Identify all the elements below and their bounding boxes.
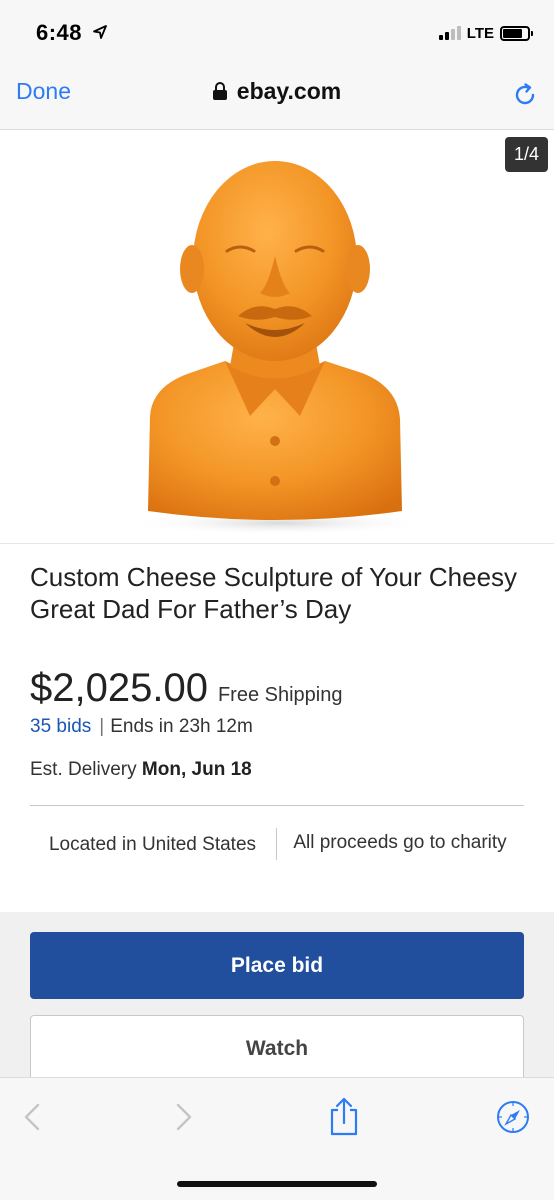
divider bbox=[30, 805, 524, 806]
ends-info: Ends in 23h 12m bbox=[110, 716, 253, 737]
delivery-info: Est. Delivery Mon, Jun 18 bbox=[30, 759, 252, 781]
back-icon[interactable] bbox=[16, 1100, 50, 1134]
price-row: $2,025.00 Free Shipping bbox=[30, 666, 342, 711]
watch-button[interactable]: Watch bbox=[30, 1015, 524, 1082]
listing-price: $2,025.00 bbox=[30, 666, 208, 710]
home-indicator[interactable] bbox=[177, 1181, 377, 1187]
reload-icon[interactable] bbox=[512, 82, 538, 108]
browser-nav-bar: Done ebay.com bbox=[0, 62, 554, 130]
compass-icon[interactable] bbox=[496, 1100, 530, 1134]
bids-link[interactable]: 35 bids bbox=[30, 716, 91, 737]
share-icon[interactable] bbox=[327, 1096, 361, 1136]
item-location: Located in United States bbox=[48, 834, 257, 855]
separator: | bbox=[99, 716, 105, 737]
forward-icon[interactable] bbox=[166, 1100, 200, 1134]
network-label: LTE bbox=[466, 24, 494, 42]
signal-icon bbox=[438, 26, 461, 40]
browser-toolbar bbox=[0, 1077, 554, 1200]
shipping-info: Free Shipping bbox=[217, 684, 343, 706]
charity-note: All proceeds go to charity bbox=[293, 832, 507, 853]
action-area: Place bid Watch bbox=[0, 912, 554, 1082]
delivery-label: Est. Delivery bbox=[30, 759, 137, 780]
delivery-date: Mon, Jun 18 bbox=[141, 759, 252, 780]
column-divider bbox=[276, 828, 277, 860]
location-arrow-icon bbox=[93, 25, 107, 39]
lock-icon bbox=[212, 82, 227, 100]
url-text: ebay.com bbox=[236, 78, 342, 104]
listing-title: Custom Cheese Sculpture of Your Cheesy G… bbox=[30, 562, 518, 624]
product-image-gallery[interactable]: 1/4 bbox=[0, 131, 554, 544]
url-field[interactable]: ebay.com bbox=[0, 78, 554, 105]
place-bid-button[interactable]: Place bid bbox=[30, 932, 524, 999]
cheese-sculpture-image bbox=[130, 161, 420, 535]
status-time: 6:48 bbox=[36, 20, 83, 45]
battery-icon bbox=[500, 25, 533, 41]
bids-row: 35 bids | Ends in 23h 12m bbox=[30, 716, 253, 738]
image-counter: 1/4 bbox=[504, 137, 548, 172]
status-indicators: LTE bbox=[438, 23, 533, 43]
status-bar: 6:48 LTE bbox=[0, 0, 554, 62]
